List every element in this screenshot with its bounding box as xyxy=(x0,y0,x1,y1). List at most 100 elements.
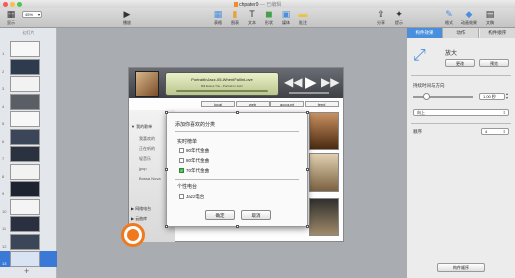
slide-thumbnail-row[interactable]: 12 xyxy=(0,233,57,250)
web-radio-group[interactable]: ▶ 网络电台 xyxy=(131,206,151,212)
chart-icon: ▮ xyxy=(232,9,238,19)
slide-thumbnail-row[interactable]: 9 xyxy=(0,181,57,197)
resize-handle[interactable] xyxy=(236,111,239,114)
resize-handle[interactable] xyxy=(306,168,309,171)
album-cover[interactable] xyxy=(135,71,159,97)
category-checkbox[interactable]: ✓ xyxy=(179,168,184,174)
source-tab-account[interactable]: account xyxy=(270,101,304,107)
record-button[interactable] xyxy=(121,223,145,247)
shape-button[interactable]: ◼ 形状 xyxy=(260,9,278,26)
zoom-select[interactable]: 45% ▾ xyxy=(22,11,42,18)
category-option[interactable]: 90年代金曲 xyxy=(179,148,209,154)
add-category-dialog[interactable]: 添加你喜欢的分类 实时榜单 90年代金曲 80年代金曲 ✓ 70年代金曲 个性电台 J… xyxy=(165,111,309,228)
duration-slider[interactable] xyxy=(413,93,473,100)
comment-button[interactable]: ▬ 批注 xyxy=(294,9,312,26)
category-option[interactable]: ✓ 70年代金曲 xyxy=(179,168,209,174)
personal-radio-heading: 个性电台 xyxy=(177,184,198,190)
source-tab-web[interactable]: web xyxy=(235,101,270,107)
source-tab-feed[interactable]: feed xyxy=(304,101,339,107)
album-photo[interactable] xyxy=(309,112,339,150)
slide-thumbnail[interactable] xyxy=(10,58,40,75)
category-checkbox[interactable] xyxy=(179,158,184,164)
direction-select[interactable]: 向上 ⇕ xyxy=(413,109,509,116)
slide-thumbnail[interactable] xyxy=(10,76,40,92)
table-button[interactable]: ▦ 表格 xyxy=(209,9,227,26)
resize-handle[interactable] xyxy=(236,225,239,228)
slide-thumbnail[interactable] xyxy=(10,111,40,127)
slide-thumbnail[interactable] xyxy=(10,128,40,145)
playlist-item[interactable]: Bossa Nova xyxy=(139,176,161,181)
media-button[interactable]: ▣ 媒体 xyxy=(277,9,295,26)
slide-thumbnail[interactable] xyxy=(10,216,40,232)
slide-thumbnail-row[interactable]: 2 xyxy=(0,58,57,75)
my-playlists-group[interactable]: ▼ 我的歌单 xyxy=(131,124,152,130)
slide-thumbnail[interactable] xyxy=(10,181,40,197)
slide-thumbnail[interactable] xyxy=(10,163,40,180)
resize-handle[interactable] xyxy=(165,168,168,171)
slide-thumbnail-row[interactable]: 3 xyxy=(0,76,57,92)
category-checkbox[interactable] xyxy=(179,148,184,154)
order-select[interactable]: 4 ⇕ xyxy=(481,128,509,135)
document-button[interactable]: ▤ 文稿 xyxy=(481,9,499,26)
ok-button[interactable]: 确定 xyxy=(205,210,235,220)
category-option[interactable]: Jazz电台 xyxy=(179,194,204,200)
add-slide-button[interactable]: + xyxy=(24,266,29,276)
slide-thumbnail-row[interactable]: 7 xyxy=(0,146,57,162)
category-option[interactable]: 80年代金曲 xyxy=(179,158,209,164)
slide-thumbnail-row[interactable]: 10 xyxy=(0,198,57,215)
album-photo[interactable] xyxy=(309,198,339,236)
resize-handle[interactable] xyxy=(165,225,168,228)
resize-handle[interactable] xyxy=(165,111,168,114)
share-button[interactable]: ⇪ 分享 xyxy=(372,9,390,26)
play-track-icon[interactable]: ▶ xyxy=(305,73,317,91)
animate-icon: ◆ xyxy=(465,9,473,19)
source-tab-local[interactable]: local xyxy=(201,101,235,107)
slide-thumbnail-row[interactable]: 6 xyxy=(0,128,57,145)
playlist-item[interactable]: 我喜欢的 xyxy=(139,136,155,142)
chart-button[interactable]: ▮ 图表 xyxy=(226,9,244,26)
change-effect-button[interactable]: 更改 xyxy=(445,59,475,67)
slide-thumbnail-row[interactable]: 1 xyxy=(0,41,57,57)
build-order-button[interactable]: 构件顺序 xyxy=(437,263,485,272)
previous-track-icon[interactable]: ◀◀ xyxy=(284,75,302,89)
slide-thumbnail-row[interactable]: 4 xyxy=(0,93,57,110)
playback-progress[interactable] xyxy=(176,90,268,92)
duration-field[interactable]: 1.00 秒 xyxy=(479,93,505,100)
resize-handle[interactable] xyxy=(306,225,309,228)
tips-button[interactable]: ✦ 提示 xyxy=(390,9,408,26)
view-button[interactable]: ▦ 显示 xyxy=(2,9,20,26)
cancel-button[interactable]: 取消 xyxy=(241,210,271,220)
playlist-item[interactable]: jpop xyxy=(139,166,147,171)
slide-thumbnail[interactable] xyxy=(10,146,40,162)
playlist-item[interactable]: 轻音乐 xyxy=(139,156,151,162)
divider xyxy=(175,179,299,180)
slide-thumbnail[interactable] xyxy=(10,41,40,57)
resize-handle[interactable] xyxy=(306,111,309,114)
category-checkbox[interactable] xyxy=(179,194,184,200)
volume-slider[interactable] xyxy=(289,92,329,94)
duration-stepper[interactable]: ▴ ▾ xyxy=(506,92,508,100)
slide-thumbnail[interactable] xyxy=(10,198,40,215)
playlist-item[interactable]: 正在听的 xyxy=(139,146,155,152)
slide-thumbnail-row[interactable]: 5 xyxy=(0,111,57,127)
slide-thumbnail-row[interactable]: 8 xyxy=(0,163,57,180)
album-photo[interactable] xyxy=(309,153,339,192)
tab-actions[interactable]: 动作 xyxy=(443,28,480,38)
cloud-library-group[interactable]: ▶ 云曲库 xyxy=(131,216,147,222)
slide-thumbnail[interactable] xyxy=(10,233,40,250)
animate-button[interactable]: ◆ 动画效果 xyxy=(459,9,479,26)
format-button[interactable]: ✎ 格式 xyxy=(440,9,458,26)
slide-thumbnail-row[interactable]: 11 xyxy=(0,216,57,232)
text-button[interactable]: T 文本 xyxy=(243,9,261,26)
slide-thumbnail[interactable] xyxy=(10,93,40,110)
tab-build-effects[interactable]: 构件效果 xyxy=(407,28,443,38)
play-button[interactable]: ▶ 播放 xyxy=(118,9,136,26)
comment-icon: ▬ xyxy=(298,9,308,19)
next-track-icon[interactable]: ▶▶ xyxy=(321,75,339,89)
tab-build-order[interactable]: 构件顺序 xyxy=(479,28,515,38)
preview-button[interactable]: 预览 xyxy=(479,59,509,67)
slide-thumbnail-row[interactable]: 13 xyxy=(0,251,57,267)
slider-knob[interactable] xyxy=(423,93,430,100)
navigator-header: 幻灯片 xyxy=(22,30,35,35)
slide-thumbnail[interactable] xyxy=(10,251,40,267)
